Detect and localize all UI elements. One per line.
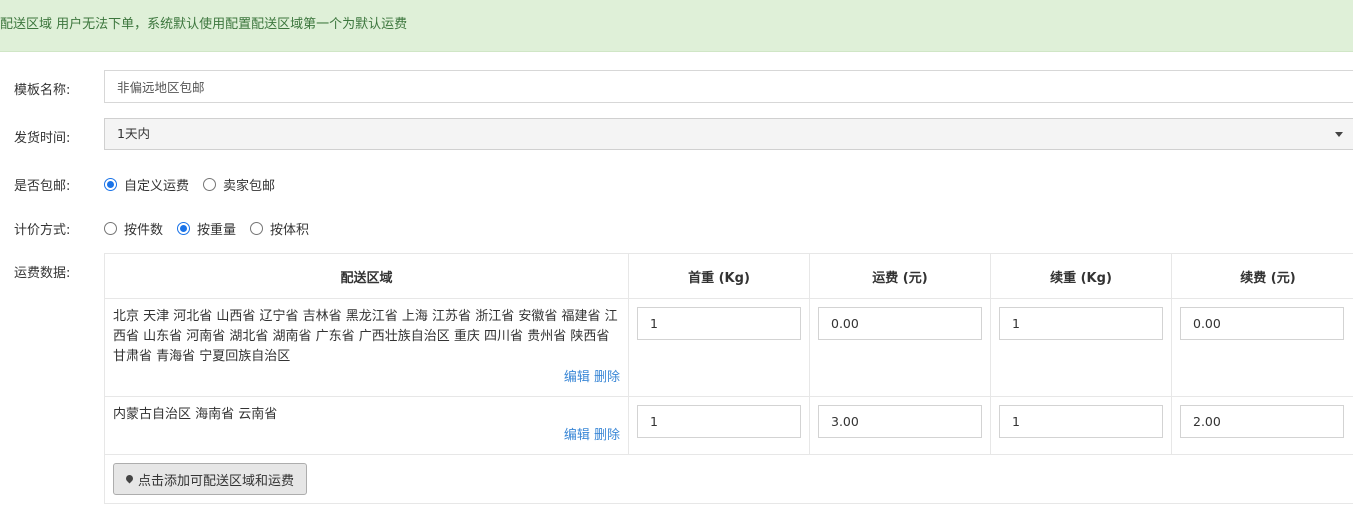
table-row: 内蒙古自治区 海南省 云南省 编辑 删除 [104,396,1353,455]
radio-unchecked-icon[interactable] [104,222,117,235]
edit-link[interactable]: 编辑 [564,428,590,443]
add-row: 点击添加可配送区域和运费 [104,454,1353,504]
add-region-button-label: 点击添加可配送区域和运费 [138,473,295,489]
add-cell: 点击添加可配送区域和运费 [104,454,1353,504]
radio-seller-free-label: 卖家包邮 [223,179,276,194]
ship-time-select[interactable]: 1天内 [104,118,1353,150]
map-marker-icon [124,473,135,483]
notice-banner: 配送区域 用户无法下单，系统默认使用配置配送区域第一个为默认运费 [0,0,1353,52]
radio-checked-icon[interactable] [104,178,117,191]
radio-by-weight-label: 按重量 [197,223,237,238]
add-region-button[interactable]: 点击添加可配送区域和运费 [113,463,308,495]
extra-fee-input[interactable] [1180,307,1344,340]
radio-by-volume-label: 按体积 [270,223,310,238]
pricing-label: 计价方式: [14,223,71,238]
extra-weight-cell [990,298,1172,397]
fee-input[interactable] [818,307,982,340]
table-header-row: 配送区域 首重 (Kg) 运费 (元) 续重 (Kg) 续费 (元) [104,253,1353,299]
delete-link[interactable]: 删除 [594,428,620,443]
radio-by-count[interactable]: 按件数 [104,219,163,238]
pricing-radio-group: 按件数 按重量 按体积 [104,219,323,238]
table-row: 北京 天津 河北省 山西省 辽宁省 吉林省 黑龙江省 上海 江苏省 浙江省 安徽… [104,298,1353,397]
header-extra-fee: 续费 (元) [1171,253,1353,299]
first-weight-cell [628,396,810,455]
notice-text: 配送区域 用户无法下单，系统默认使用配置配送区域第一个为默认运费 [0,17,408,32]
radio-unchecked-icon[interactable] [250,222,264,235]
radio-seller-free[interactable]: 卖家包邮 [203,175,275,194]
fee-input[interactable] [818,405,982,438]
radio-custom-fee-label: 自定义运费 [124,179,190,194]
radio-unchecked-icon[interactable] [203,178,217,191]
region-text: 内蒙古自治区 海南省 云南省 [113,407,278,422]
radio-by-weight[interactable]: 按重量 [177,219,236,238]
radio-by-volume[interactable]: 按体积 [250,219,309,238]
header-extra-weight: 续重 (Kg) [990,253,1172,299]
template-name-label: 模板名称: [14,83,71,98]
extra-weight-input[interactable] [999,307,1163,340]
region-actions: 编辑 删除 [113,426,620,446]
free-shipping-radio-group: 自定义运费 卖家包邮 [104,175,289,194]
edit-link[interactable]: 编辑 [564,370,590,385]
extra-weight-input[interactable] [999,405,1163,438]
radio-checked-icon[interactable] [177,222,191,235]
delete-link[interactable]: 删除 [594,370,620,385]
header-first-weight: 首重 (Kg) [628,253,810,299]
ship-time-label: 发货时间: [14,131,71,146]
first-weight-input[interactable] [637,405,801,438]
fee-data-label: 运费数据: [14,266,71,281]
extra-weight-cell [990,396,1172,455]
free-shipping-label: 是否包邮: [14,179,71,194]
fee-table: 配送区域 首重 (Kg) 运费 (元) 续重 (Kg) 续费 (元) 北京 天津… [104,253,1353,504]
fee-cell [809,396,991,455]
radio-by-count-label: 按件数 [124,223,164,238]
first-weight-cell [628,298,810,397]
radio-custom-fee[interactable]: 自定义运费 [104,175,189,194]
template-name-input[interactable] [104,70,1353,103]
extra-fee-input[interactable] [1180,405,1344,438]
extra-fee-cell [1171,396,1353,455]
fee-cell [809,298,991,397]
region-cell: 北京 天津 河北省 山西省 辽宁省 吉林省 黑龙江省 上海 江苏省 浙江省 安徽… [104,298,629,397]
header-fee: 运费 (元) [809,253,991,299]
ship-time-value: 1天内 [117,126,150,141]
first-weight-input[interactable] [637,307,801,340]
region-text: 北京 天津 河北省 山西省 辽宁省 吉林省 黑龙江省 上海 江苏省 浙江省 安徽… [113,309,618,364]
caret-down-icon [1335,132,1343,137]
region-actions: 编辑 删除 [113,368,620,388]
extra-fee-cell [1171,298,1353,397]
header-region: 配送区域 [104,253,629,299]
region-cell: 内蒙古自治区 海南省 云南省 编辑 删除 [104,396,629,455]
